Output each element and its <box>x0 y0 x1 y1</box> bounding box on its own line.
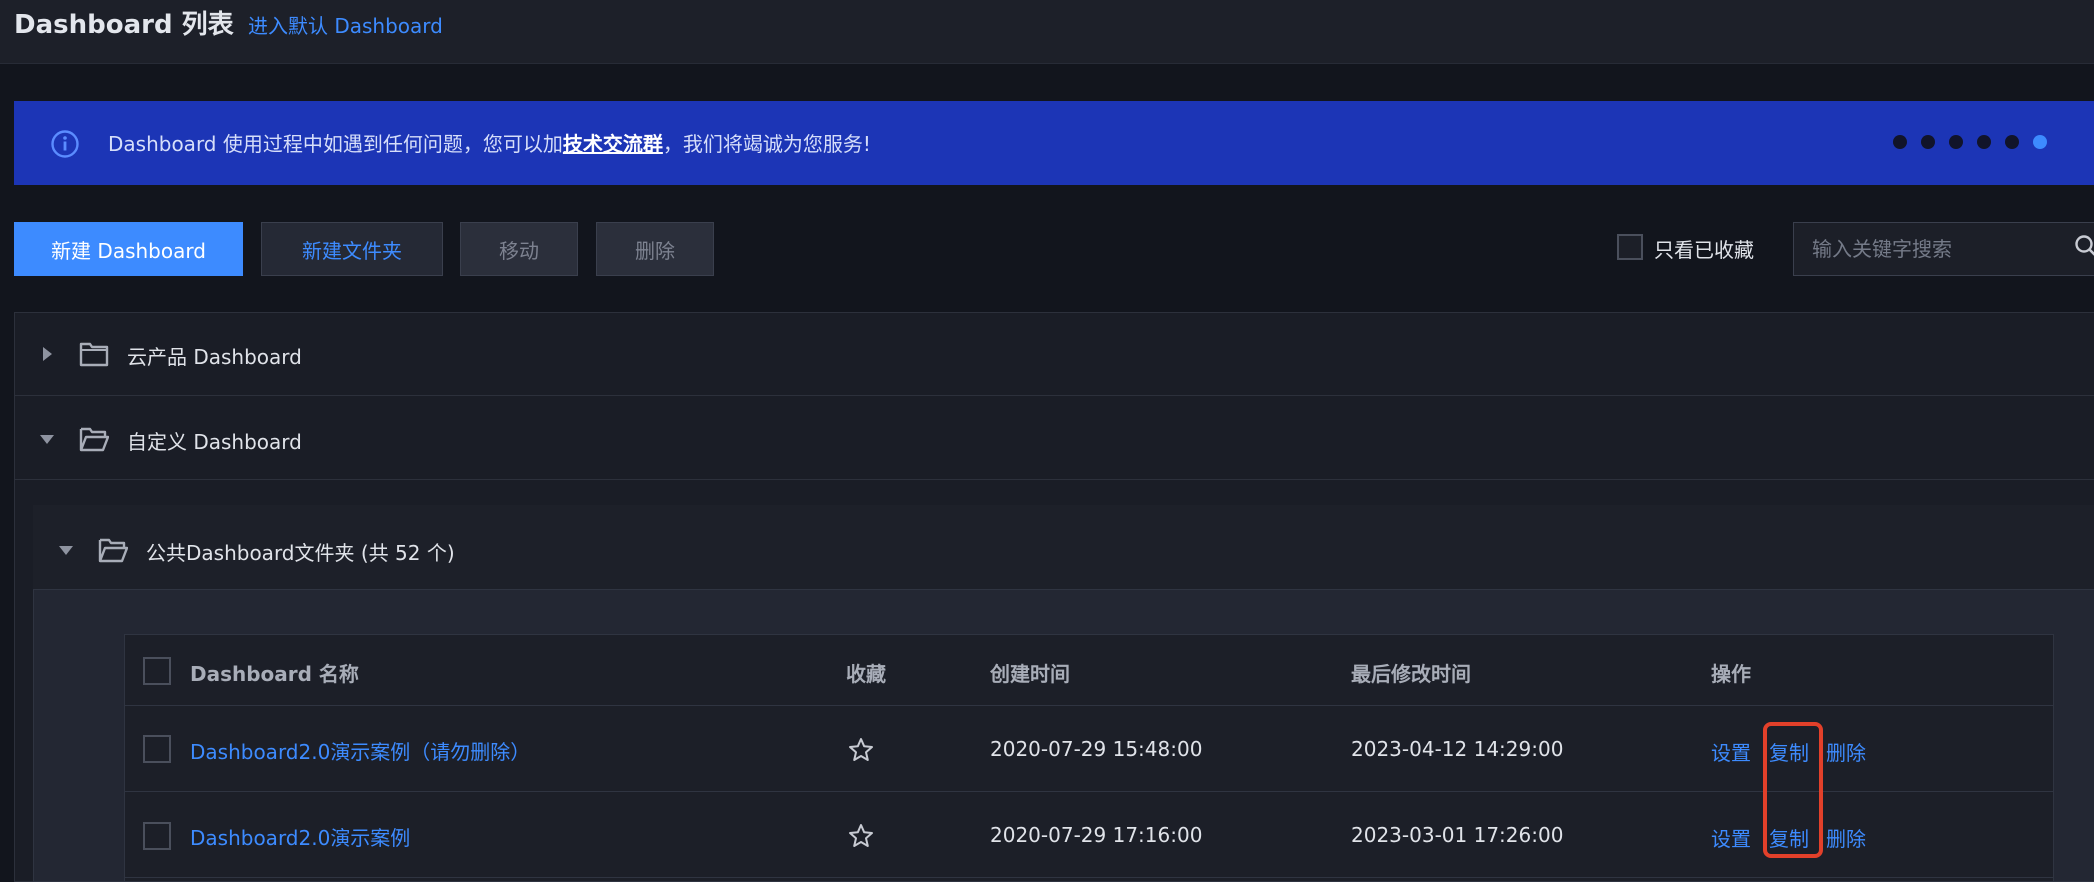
row-checkbox[interactable] <box>143 735 171 763</box>
banner-dot[interactable] <box>1921 135 1935 149</box>
default-dashboard-link[interactable]: 进入默认 Dashboard <box>248 10 443 39</box>
expand-arrow-icon[interactable] <box>43 347 52 361</box>
banner-dot[interactable] <box>1893 135 1907 149</box>
folder-label: 云产品 Dashboard <box>127 345 302 369</box>
settings-action[interactable]: 设置 <box>1711 737 1751 766</box>
row-checkbox[interactable] <box>143 822 171 850</box>
folder-open-icon <box>79 427 109 452</box>
page-title: Dashboard 列表 <box>14 10 234 40</box>
move-button[interactable]: 移动 <box>460 222 578 276</box>
search-box <box>1793 222 2094 276</box>
subfolder-label: 公共Dashboard文件夹 (共 52 个) <box>146 541 455 565</box>
collapse-arrow-icon[interactable] <box>59 546 73 555</box>
search-input[interactable] <box>1812 235 2052 263</box>
star-icon[interactable] <box>848 737 874 763</box>
modified-time: 2023-03-01 17:26:00 <box>1351 823 1564 847</box>
new-folder-button[interactable]: 新建文件夹 <box>261 222 443 276</box>
folder-row-cloud[interactable] <box>14 312 2094 396</box>
folder-label: 自定义 Dashboard <box>127 430 302 454</box>
banner-text-before: Dashboard 使用过程中如遇到任何问题，您可以加 <box>108 132 563 156</box>
banner-dot[interactable] <box>2005 135 2019 149</box>
star-icon[interactable] <box>848 823 874 849</box>
column-header-created: 创建时间 <box>990 662 1070 686</box>
banner-dot-active[interactable] <box>2033 135 2047 149</box>
delete-button[interactable]: 删除 <box>596 222 714 276</box>
delete-action[interactable]: 删除 <box>1826 737 1866 766</box>
only-favorites-label: 只看已收藏 <box>1654 238 1754 262</box>
banner-dot[interactable] <box>1949 135 1963 149</box>
collapse-arrow-icon[interactable] <box>40 435 54 444</box>
folder-row-custom[interactable] <box>14 396 2094 480</box>
table-header <box>124 634 2054 706</box>
column-header-actions: 操作 <box>1711 662 1751 686</box>
column-header-modified: 最后修改时间 <box>1351 662 1471 686</box>
created-time: 2020-07-29 15:48:00 <box>990 737 1203 761</box>
dashboard-name-link[interactable]: Dashboard2.0演示案例（请勿删除） <box>190 736 530 765</box>
new-dashboard-button[interactable]: 新建 Dashboard <box>14 222 243 276</box>
copy-highlight-annotation <box>1763 722 1823 858</box>
delete-action[interactable]: 删除 <box>1826 823 1866 852</box>
banner-dot[interactable] <box>1977 135 1991 149</box>
column-header-favorite: 收藏 <box>846 662 886 686</box>
created-time: 2020-07-29 17:16:00 <box>990 823 1203 847</box>
banner-text-after: ，我们将竭诚为您服务! <box>662 132 871 156</box>
select-all-checkbox[interactable] <box>143 657 171 685</box>
search-icon[interactable] <box>2074 234 2094 258</box>
folder-icon <box>79 342 109 367</box>
banner-pagination <box>1893 135 2047 149</box>
only-favorites-checkbox[interactable] <box>1617 234 1643 260</box>
banner-text: Dashboard 使用过程中如遇到任何问题，您可以加技术交流群，我们将竭诚为您… <box>108 128 871 157</box>
folder-open-icon <box>98 538 128 563</box>
column-header-name: Dashboard 名称 <box>190 662 359 686</box>
info-icon <box>51 130 79 158</box>
modified-time: 2023-04-12 14:29:00 <box>1351 737 1564 761</box>
settings-action[interactable]: 设置 <box>1711 823 1751 852</box>
tech-group-link[interactable]: 技术交流群 <box>563 132 663 156</box>
dashboard-name-link[interactable]: Dashboard2.0演示案例 <box>190 822 410 851</box>
